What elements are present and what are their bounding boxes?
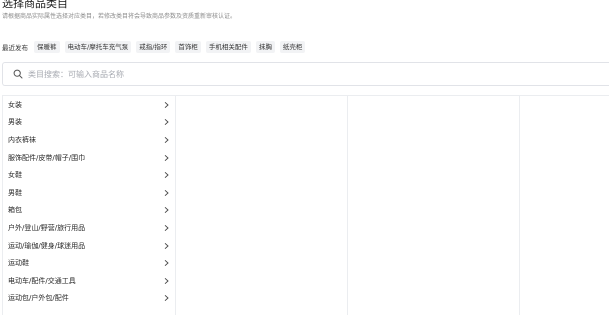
category-item[interactable]: 运动包/户外包/配件: [3, 290, 174, 308]
category-item[interactable]: 运动/瑜伽/健身/球迷用品: [3, 237, 174, 255]
chevron-right-icon: [163, 101, 170, 108]
category-item[interactable]: 运动鞋: [3, 254, 174, 272]
category-item[interactable]: 男装: [3, 114, 174, 132]
chevron-right-icon: [163, 172, 170, 179]
page-title: 选择商品类目: [2, 0, 68, 10]
category-label: 男鞋: [8, 188, 22, 197]
recent-label: 最近发布: [2, 43, 28, 52]
category-item[interactable]: 男鞋: [3, 184, 174, 202]
category-label: 男装: [8, 118, 22, 127]
chevron-right-icon: [163, 189, 170, 196]
chevron-right-icon: [163, 295, 170, 302]
chevron-right-icon: [163, 154, 170, 161]
category-item[interactable]: 电动车/配件/交通工具: [3, 272, 174, 290]
category-item[interactable]: 女装: [3, 96, 174, 114]
column-divider: [347, 96, 348, 315]
recent-chip[interactable]: 抹胸: [255, 40, 275, 53]
column-divider: [519, 96, 520, 315]
category-item[interactable]: 内衣裤袜: [3, 131, 174, 149]
category-label: 运动包/户外包/配件: [8, 294, 69, 303]
category-level-1-list: 女装 男装 内衣裤袜 服饰配件/皮带/帽子/围巾 女鞋 男鞋 箱包 户外/登山/…: [3, 96, 174, 307]
category-label: 户外/登山/野营/旅行用品: [8, 223, 86, 232]
recent-chip[interactable]: 纸壳柜: [279, 40, 306, 53]
category-label: 箱包: [8, 206, 22, 215]
search-placeholder: 类目搜索：可输入商品名称: [28, 69, 124, 79]
chevron-right-icon: [163, 136, 170, 144]
category-search-input[interactable]: 类目搜索：可输入商品名称: [2, 62, 609, 86]
category-label: 服饰配件/皮带/帽子/围巾: [8, 153, 86, 162]
category-item[interactable]: 服饰配件/皮带/帽子/围巾: [3, 149, 174, 167]
chevron-right-icon: [163, 119, 170, 126]
recent-chip[interactable]: 电动车/摩托车充气泵: [64, 40, 132, 53]
chevron-right-icon: [163, 242, 170, 249]
category-label: 电动车/配件/交通工具: [8, 276, 76, 285]
recent-chip[interactable]: 手机相关配件: [205, 40, 251, 53]
category-item[interactable]: 女鞋: [3, 166, 174, 184]
category-item[interactable]: 箱包: [3, 202, 174, 220]
category-label: 女装: [8, 100, 22, 109]
chevron-right-icon: [163, 260, 170, 267]
recent-chip[interactable]: 首饰柜: [175, 40, 201, 53]
page-subtitle: 请根据商品实际属性选择对应类目，若修改类目将会导致商品参数及资质重新审核认证。: [2, 13, 237, 20]
recent-categories: 最近发布 保暖裤 电动车/摩托车充气泵 戒指/指环 首饰柜 手机相关配件 抹胸 …: [2, 40, 306, 53]
search-icon: [11, 67, 25, 81]
category-item[interactable]: 户外/登山/野营/旅行用品: [3, 219, 174, 237]
chevron-right-icon: [163, 277, 170, 284]
category-selection-page: 选择商品类目 请根据商品实际属性选择对应类目，若修改类目将会导致商品参数及资质重…: [0, 0, 609, 315]
recent-chip[interactable]: 戒指/指环: [136, 40, 171, 53]
category-label: 女鞋: [8, 171, 22, 180]
column-divider: [175, 96, 176, 315]
chevron-right-icon: [163, 207, 170, 214]
recent-chip[interactable]: 保暖裤: [34, 40, 60, 53]
category-label: 运动/瑜伽/健身/球迷用品: [8, 241, 86, 250]
category-columns: 女装 男装 内衣裤袜 服饰配件/皮带/帽子/围巾 女鞋 男鞋 箱包 户外/登山/…: [2, 95, 609, 315]
category-label: 内衣裤袜: [8, 135, 36, 144]
category-label: 运动鞋: [8, 259, 29, 268]
chevron-right-icon: [163, 224, 170, 231]
